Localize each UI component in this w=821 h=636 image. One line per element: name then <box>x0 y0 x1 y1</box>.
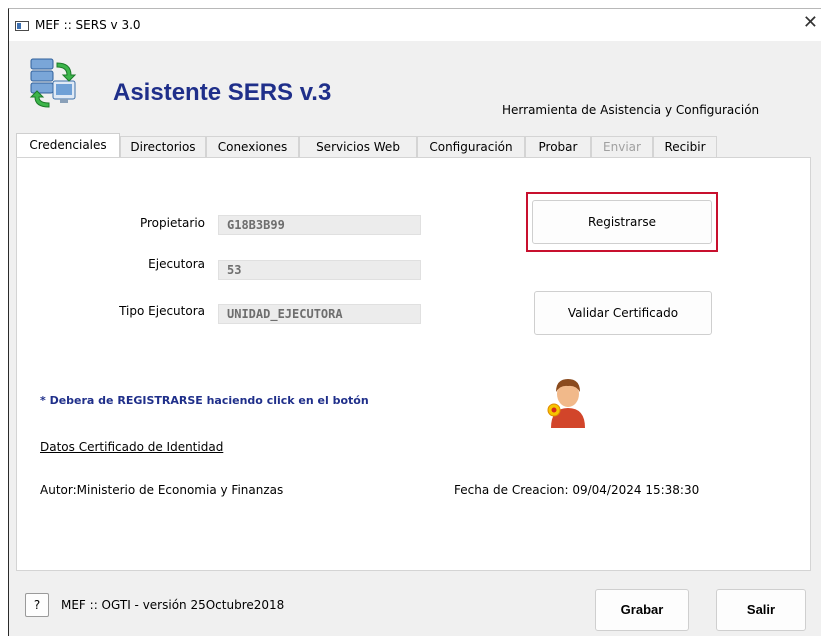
tab-conexiones[interactable]: Conexiones <box>206 136 299 157</box>
app-window: MEF :: SERS v 3.0 ✕ Asistente SERS v.3 H… <box>8 8 821 636</box>
register-note: * Debera de REGISTRARSE haciendo click e… <box>40 394 369 407</box>
tipo-ejecutora-label: Tipo Ejecutora <box>119 304 205 318</box>
propietario-field[interactable]: G18B3B99 <box>218 215 421 235</box>
tab-probar[interactable]: Probar <box>525 136 591 157</box>
close-icon[interactable]: ✕ <box>803 13 818 33</box>
app-title: Asistente SERS v.3 <box>113 79 332 106</box>
tab-credenciales[interactable]: Credenciales <box>16 133 120 157</box>
tab-configuracion[interactable]: Configuración <box>417 136 525 157</box>
window-icon <box>15 21 29 31</box>
salir-button[interactable]: Salir <box>716 589 806 631</box>
servers-sync-icon <box>29 58 77 108</box>
app-subtitle: Herramienta de Asistencia y Configuració… <box>502 103 760 117</box>
registrarse-button[interactable]: Registrarse <box>532 200 712 244</box>
title-bar: MEF :: SERS v 3.0 ✕ <box>9 9 821 41</box>
version-text: MEF :: OGTI - versión 25Octubre2018 <box>61 598 285 612</box>
creation-date: Fecha de Creacion: 09/04/2024 15:38:30 <box>454 483 700 497</box>
user-certificate-icon <box>547 379 585 428</box>
app-header: Asistente SERS v.3 Herramienta de Asiste… <box>9 41 821 137</box>
window-title: MEF :: SERS v 3.0 <box>35 18 141 32</box>
certificate-link[interactable]: Datos Certificado de Identidad <box>40 440 223 454</box>
tipo-ejecutora-field[interactable]: UNIDAD_EJECUTORA <box>218 304 421 324</box>
grabar-button[interactable]: Grabar <box>595 589 689 631</box>
tab-recibir[interactable]: Recibir <box>653 136 717 157</box>
help-button[interactable]: ? <box>25 593 49 617</box>
credenciales-panel: Propietario G18B3B99 Ejecutora 53 Tipo E… <box>16 157 811 571</box>
ejecutora-field[interactable]: 53 <box>218 260 421 280</box>
tab-servicios-web[interactable]: Servicios Web <box>299 136 417 157</box>
ejecutora-label: Ejecutora <box>148 257 205 271</box>
author-text: Autor:Ministerio de Economia y Finanzas <box>40 483 284 497</box>
propietario-label: Propietario <box>139 216 205 230</box>
tab-enviar: Enviar <box>591 136 653 157</box>
tab-directorios[interactable]: Directorios <box>120 136 206 157</box>
validar-certificado-button[interactable]: Validar Certificado <box>534 291 712 335</box>
